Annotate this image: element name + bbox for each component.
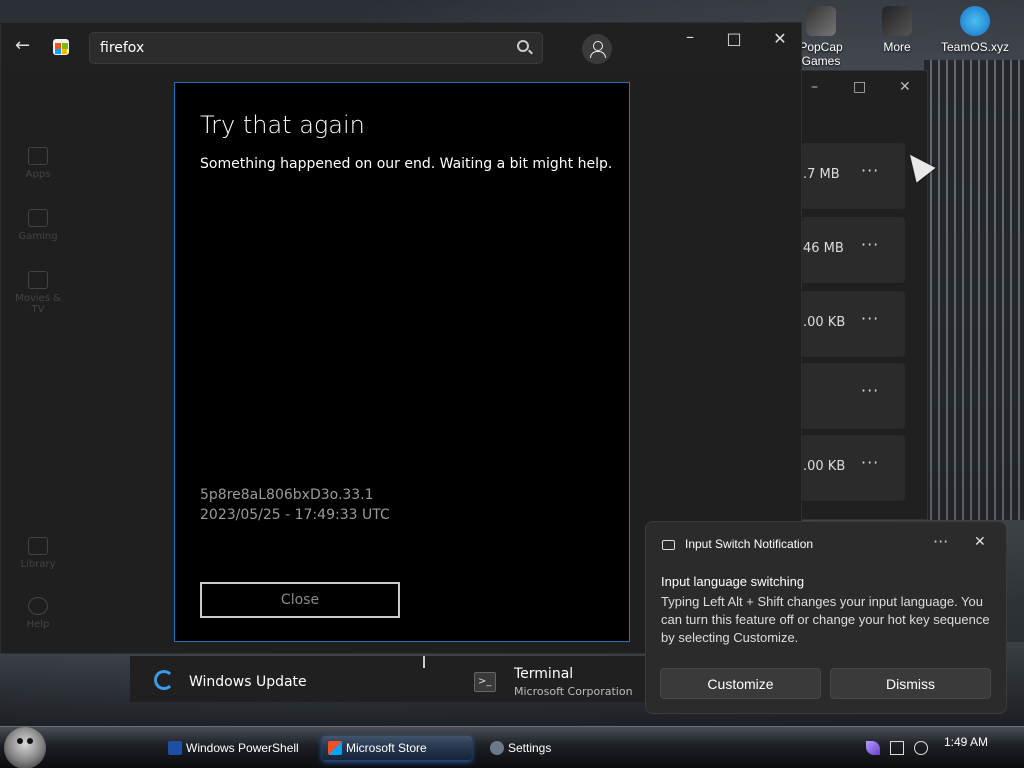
powershell-icon: [168, 741, 182, 755]
download-size: 46 MB: [803, 241, 844, 256]
dialog-message: Something happened on our end. Waiting a…: [200, 156, 613, 172]
nav-label: Gaming: [18, 231, 58, 242]
nav-item-help[interactable]: Help: [9, 597, 67, 630]
maximize-icon[interactable]: □: [853, 79, 866, 95]
desktop-icon-label: TeamOS.xyz: [940, 40, 1009, 54]
nav-item-apps[interactable]: Apps: [9, 147, 67, 180]
desktop-icon-label: More: [883, 40, 911, 54]
download-row[interactable]: 46 MB ···: [801, 217, 905, 283]
terminal-name: Terminal: [514, 666, 574, 682]
customize-button[interactable]: Customize: [660, 668, 821, 699]
taskbar-label: Settings: [508, 741, 552, 755]
nav-label: Library: [20, 559, 56, 570]
help-icon: [28, 597, 48, 615]
download-size: .7 MB: [803, 167, 840, 182]
feather-icon[interactable]: [866, 741, 880, 755]
nav-label: Movies & TV: [15, 293, 61, 315]
account-avatar-icon[interactable]: [582, 34, 612, 64]
downloads-window: – □ ✕ .7 MB ··· 46 MB ··· .00 KB ··· ···…: [800, 70, 928, 520]
error-code: 5p8re8aL806bxD3o.33.1: [200, 487, 374, 503]
movies-icon: [28, 271, 48, 289]
notification-heading: Input language switching: [661, 574, 805, 589]
divider: [423, 656, 425, 668]
close-icon[interactable]: ✕: [974, 534, 986, 550]
gear-icon: [490, 741, 504, 755]
windows-update-label: Windows Update: [189, 674, 307, 690]
search-icon[interactable]: [517, 40, 529, 52]
start-button[interactable]: [4, 727, 46, 768]
search-input[interactable]: firefox: [89, 32, 543, 64]
notification-app-name: Input Switch Notification: [685, 537, 814, 551]
error-dialog: Try that again Something happened on our…: [174, 82, 630, 642]
network-icon[interactable]: [890, 741, 904, 755]
close-icon[interactable]: ✕: [899, 79, 911, 95]
taskbar-item-powershell[interactable]: Windows PowerShell: [162, 736, 300, 760]
minimize-icon[interactable]: –: [811, 79, 818, 95]
desktop-icon-label: PopCap Games: [799, 40, 843, 68]
nav-item-gaming[interactable]: Gaming: [9, 209, 67, 242]
download-row[interactable]: .00 KB ···: [801, 435, 905, 501]
dialog-title: Try that again: [200, 111, 365, 139]
nav-item-movies[interactable]: Movies & TV: [9, 271, 67, 315]
download-row[interactable]: .7 MB ···: [801, 143, 905, 209]
windows-update-icon: [154, 670, 174, 690]
desktop-background-buildings: [924, 60, 1024, 520]
terminal-icon: >_: [474, 672, 496, 692]
input-switch-notification: Input Switch Notification ··· ✕ Input la…: [645, 521, 1007, 714]
nav-label: Apps: [25, 169, 51, 180]
more-options-icon[interactable]: ···: [861, 235, 879, 254]
library-icon: [28, 537, 48, 555]
download-size: .00 KB: [803, 459, 846, 474]
app-tiles-strip: Windows Update >_ Terminal Microsoft Cor…: [130, 656, 650, 702]
back-arrow-icon[interactable]: ←: [15, 35, 30, 56]
download-size: .00 KB: [803, 315, 846, 330]
desktop-icon-teamos[interactable]: TeamOS.xyz: [940, 6, 1010, 54]
popcap-icon: [806, 6, 836, 36]
apps-icon: [28, 147, 48, 165]
keyboard-icon: [662, 540, 675, 550]
taskbar: Windows PowerShell Microsoft Store Setti…: [0, 726, 1024, 768]
dialog-error-details: 5p8re8aL806bxD3o.33.1 2023/05/25 - 17:49…: [200, 485, 390, 525]
more-options-icon[interactable]: ···: [861, 309, 879, 328]
nav-item-library[interactable]: Library: [9, 537, 67, 570]
gaming-icon: [28, 209, 48, 227]
store-titlebar: ← firefox – □ ✕: [1, 23, 801, 71]
download-row[interactable]: .00 KB ···: [801, 291, 905, 357]
more-options-icon[interactable]: ···: [861, 381, 879, 400]
nav-label: Help: [26, 619, 50, 630]
more-options-icon[interactable]: ···: [861, 453, 879, 472]
error-timestamp: 2023/05/25 - 17:49:33 UTC: [200, 507, 390, 523]
terminal-publisher: Microsoft Corporation: [514, 685, 633, 698]
download-row[interactable]: ···: [801, 363, 905, 429]
close-icon[interactable]: ✕: [765, 29, 795, 48]
more-options-icon[interactable]: ···: [861, 161, 879, 180]
close-button[interactable]: Close: [200, 582, 400, 618]
more-icon: [882, 6, 912, 36]
store-icon: [328, 741, 342, 755]
volume-muted-icon[interactable]: [914, 741, 928, 755]
minimize-icon[interactable]: –: [675, 27, 705, 46]
more-options-icon[interactable]: ···: [933, 532, 948, 551]
taskbar-label: Microsoft Store: [346, 741, 427, 755]
taskbar-item-settings[interactable]: Settings: [484, 736, 564, 760]
dismiss-button[interactable]: Dismiss: [830, 668, 991, 699]
taskbar-item-microsoft-store[interactable]: Microsoft Store: [322, 736, 472, 760]
maximize-icon[interactable]: □: [719, 29, 749, 48]
taskbar-label: Windows PowerShell: [186, 741, 299, 755]
taskbar-clock[interactable]: 1:49 AM: [944, 735, 988, 749]
store-logo-icon: [53, 39, 69, 55]
desktop-icon-more[interactable]: More: [862, 6, 932, 54]
edge-icon: [960, 6, 990, 36]
notification-body: Typing Left Alt + Shift changes your inp…: [661, 594, 990, 645]
